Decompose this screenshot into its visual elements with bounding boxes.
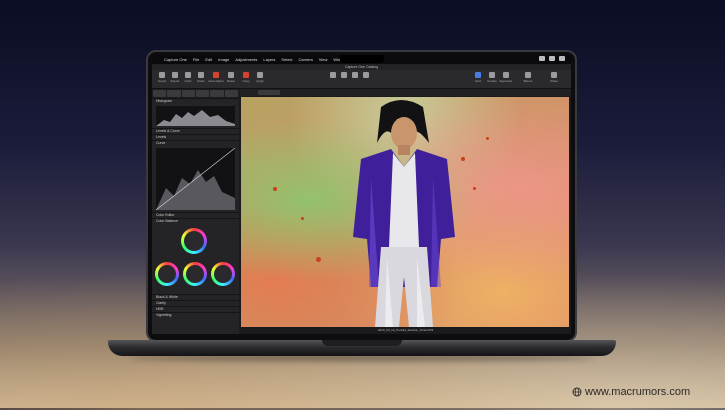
histogram-fill bbox=[156, 110, 235, 126]
import-button[interactable]: Import bbox=[156, 72, 168, 83]
copy-icon bbox=[243, 72, 249, 78]
menu-app-name[interactable]: Capture One bbox=[164, 57, 187, 62]
tab-color[interactable] bbox=[195, 90, 210, 97]
reset-icon bbox=[228, 72, 234, 78]
grid-icon bbox=[475, 72, 481, 78]
camera-notch bbox=[340, 55, 384, 63]
wifi-icon[interactable] bbox=[539, 56, 545, 61]
color-wheels bbox=[152, 224, 239, 294]
before-button[interactable]: Before bbox=[522, 72, 534, 83]
brush-icon bbox=[352, 72, 358, 78]
tab-lens[interactable] bbox=[181, 90, 195, 97]
tab-library[interactable] bbox=[153, 90, 167, 97]
watermark: www.macrumors.com bbox=[572, 386, 690, 398]
grid-button[interactable]: Grid bbox=[472, 72, 484, 83]
redo-icon bbox=[198, 72, 204, 78]
curve-svg bbox=[155, 147, 236, 211]
tab-capture[interactable] bbox=[167, 90, 181, 97]
section-vignetting[interactable]: Vignetting bbox=[152, 312, 239, 318]
laptop-opening-lip bbox=[322, 340, 402, 346]
exposure-icon bbox=[503, 72, 509, 78]
crop-icon bbox=[341, 72, 347, 78]
menu-select[interactable]: Select bbox=[281, 57, 292, 62]
eraser-icon bbox=[363, 72, 369, 78]
share-button[interactable]: Share bbox=[548, 72, 560, 83]
menu-image[interactable]: Image bbox=[218, 57, 229, 62]
view-selector[interactable] bbox=[258, 90, 280, 95]
cursor-icon bbox=[330, 72, 336, 78]
menu-file[interactable]: File bbox=[193, 57, 199, 62]
watermark-text[interactable]: www.macrumors.com bbox=[585, 386, 690, 398]
redo-button[interactable]: Redo bbox=[195, 72, 207, 83]
status-icons bbox=[539, 56, 565, 61]
curve-histogram bbox=[156, 170, 235, 210]
apply-button[interactable]: Apply bbox=[254, 72, 266, 83]
menu-edit[interactable]: Edit bbox=[205, 57, 212, 62]
control-center-icon[interactable] bbox=[559, 56, 565, 61]
toolbar: Import Export Undo Redo Auto Adjust Rese… bbox=[152, 70, 571, 89]
menu-camera[interactable]: Camera bbox=[299, 57, 313, 62]
portrait-photo[interactable] bbox=[241, 97, 569, 327]
share-icon bbox=[551, 72, 557, 78]
menu-adjustments[interactable]: Adjustments bbox=[235, 57, 257, 62]
shadows-color-wheel[interactable] bbox=[155, 262, 179, 286]
tab-details[interactable] bbox=[224, 90, 238, 97]
reset-button[interactable]: Reset bbox=[225, 72, 237, 83]
import-icon bbox=[159, 72, 165, 78]
guides-button[interactable]: Guides bbox=[486, 72, 498, 83]
viewer-bar bbox=[240, 89, 571, 96]
eraser-tool-button[interactable] bbox=[360, 72, 372, 78]
panel-tabs bbox=[152, 89, 239, 98]
section-curve[interactable]: Curve bbox=[152, 140, 239, 146]
tab-exposure[interactable] bbox=[210, 90, 224, 97]
subject-figure bbox=[353, 100, 455, 327]
menu-view[interactable]: View bbox=[319, 57, 328, 62]
export-icon bbox=[172, 72, 178, 78]
auto-adjust-icon bbox=[213, 72, 219, 78]
midtones-color-wheel[interactable] bbox=[183, 262, 207, 286]
auto-adjust-button[interactable]: Auto Adjust bbox=[208, 72, 224, 83]
undo-button[interactable]: Undo bbox=[182, 72, 194, 83]
section-histogram[interactable]: Histogram bbox=[152, 98, 239, 104]
image-filename: 2023_04_12_Portrait_Session_Final.CR3 bbox=[377, 328, 434, 332]
globe-icon bbox=[572, 387, 582, 397]
guides-icon bbox=[489, 72, 495, 78]
undo-icon bbox=[185, 72, 191, 78]
neck bbox=[398, 145, 410, 155]
image-viewer: 2023_04_12_Portrait_Session_Final.CR3 bbox=[240, 89, 571, 334]
histogram bbox=[156, 106, 235, 126]
menu-layers[interactable]: Layers bbox=[263, 57, 275, 62]
master-color-wheel[interactable] bbox=[181, 228, 207, 254]
highlights-color-wheel[interactable] bbox=[211, 262, 235, 286]
exposure-button[interactable]: Exposure bbox=[500, 72, 512, 83]
apply-icon bbox=[257, 72, 263, 78]
copy-button[interactable]: Copy bbox=[240, 72, 252, 83]
battery-icon[interactable] bbox=[549, 56, 555, 61]
laptop-screen: Capture One File Edit Image Adjustments … bbox=[152, 55, 571, 334]
export-button[interactable]: Export bbox=[169, 72, 181, 83]
white-shirt bbox=[389, 153, 419, 247]
histogram-graph bbox=[156, 110, 235, 126]
tool-panel: Histogram Levels & Curve Levels Curve Co… bbox=[152, 89, 239, 334]
before-icon bbox=[525, 72, 531, 78]
curve-graph[interactable] bbox=[155, 147, 236, 211]
face bbox=[391, 117, 417, 149]
laptop-shadow bbox=[130, 355, 594, 361]
